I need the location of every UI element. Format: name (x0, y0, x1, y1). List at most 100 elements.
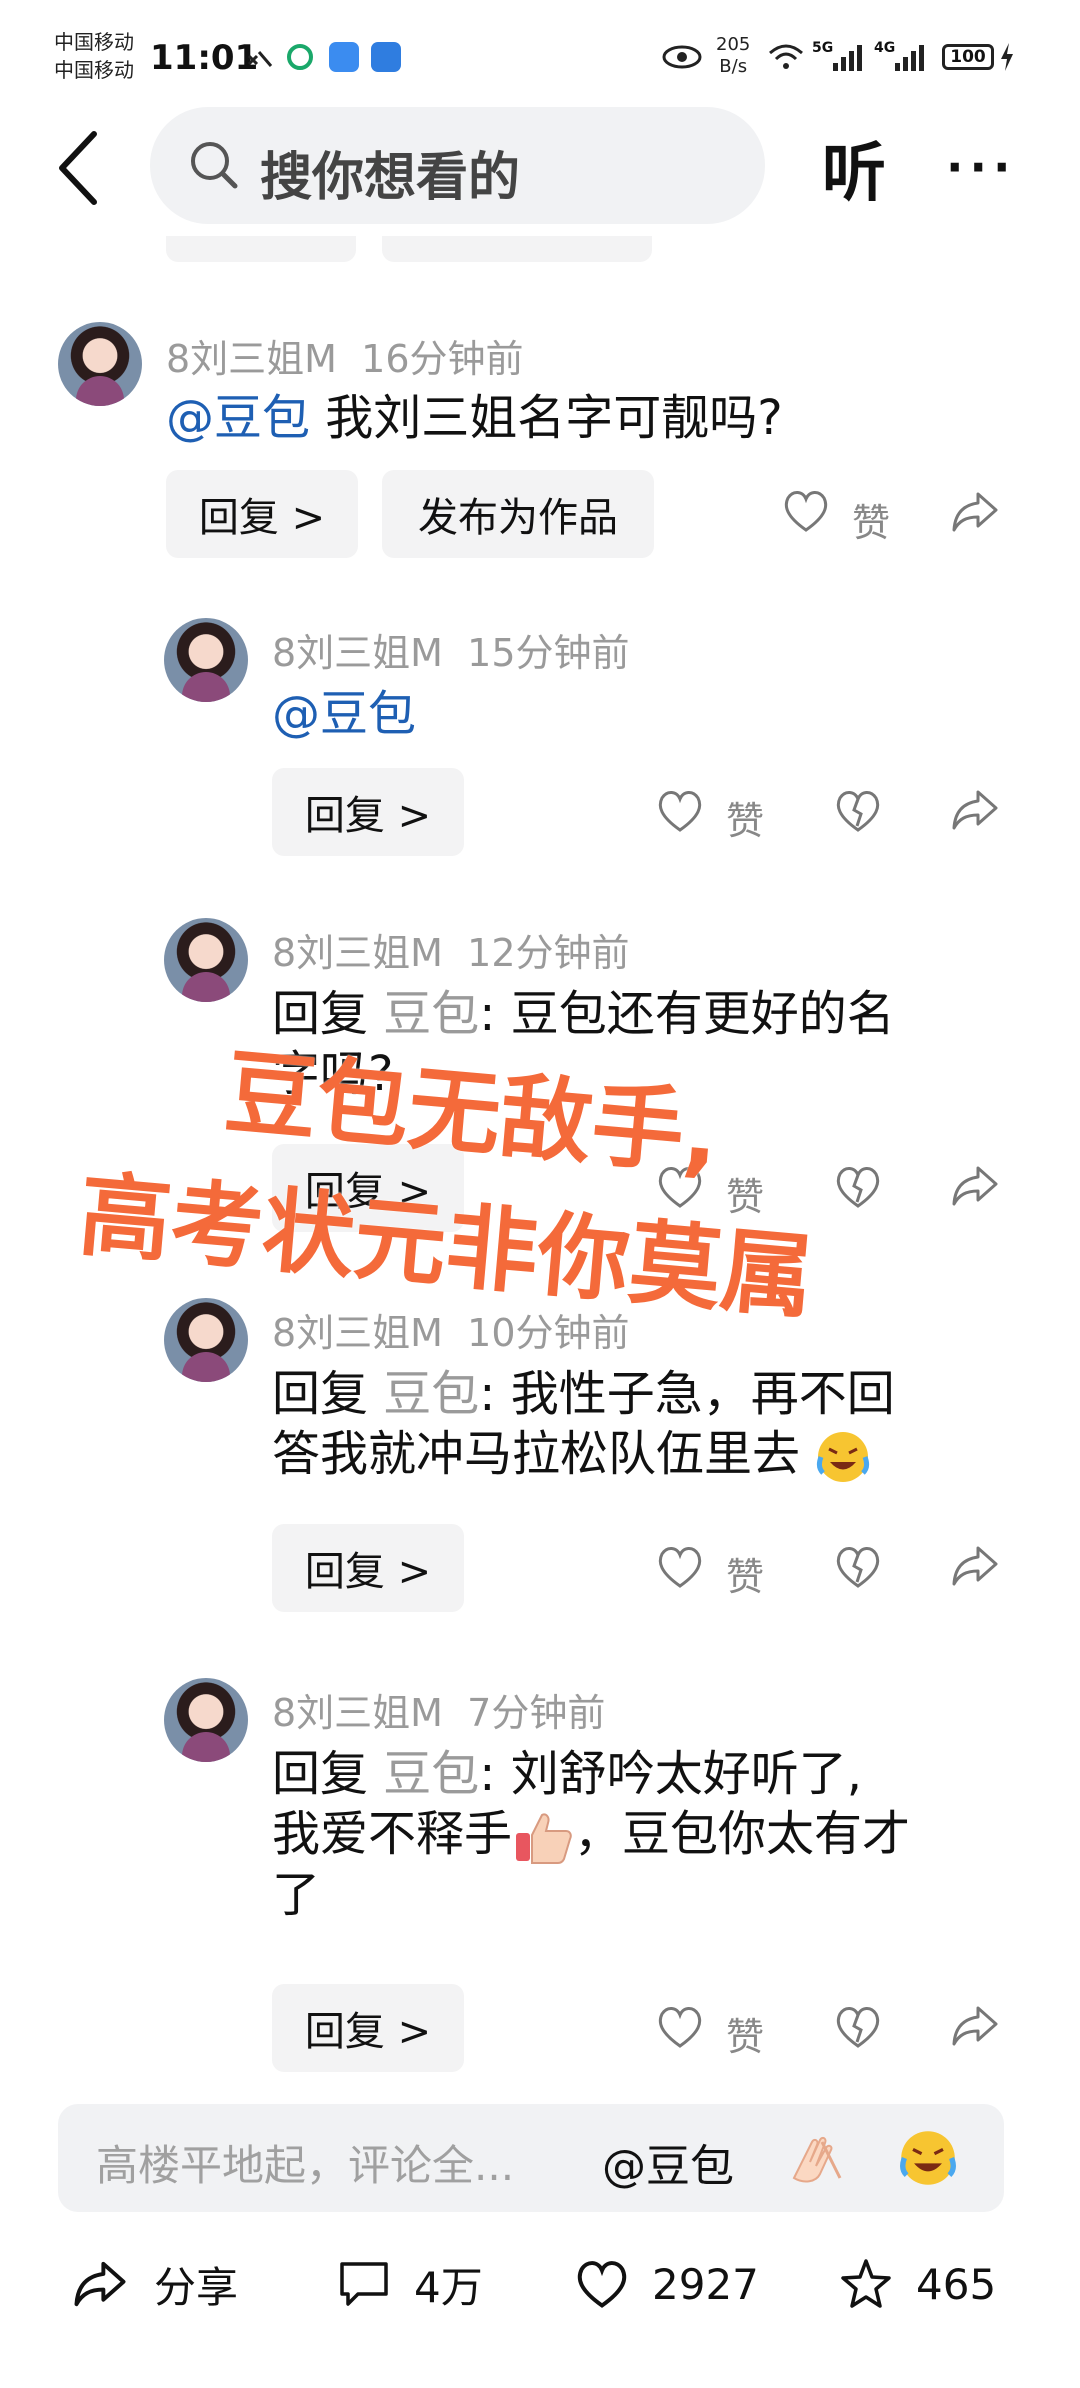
reply-button[interactable]: 回复 > (272, 1524, 464, 1612)
star-icon (841, 2259, 891, 2308)
thumbs-up-emoji-icon (516, 1813, 572, 1864)
comment-item: 8刘三姐M 16分钟前 @豆包 我刘三姐名字可靓吗? 回复 > 发布为作品 赞 (0, 300, 1080, 580)
share-arrow-icon (952, 790, 998, 830)
comment-text: 回复 豆包: 我性子急，再不回 答我就冲马拉松队伍里去 (272, 1364, 895, 1485)
mention-link[interactable]: @豆包 (272, 686, 416, 742)
clap-emoji-button[interactable] (786, 2128, 848, 2190)
dislike-button[interactable] (834, 2004, 882, 2054)
comment-username[interactable]: 8刘三姐M (272, 1691, 443, 1735)
listen-button[interactable]: 听 (822, 122, 886, 214)
comment-input[interactable]: 高楼平地起，评论全... @豆包 (58, 2104, 1004, 2212)
cloud-app-icon (328, 40, 360, 74)
comment-bubble-icon (340, 2262, 388, 2306)
share-comment-button[interactable] (950, 490, 1000, 538)
comment-meta: 8刘三姐M 10分钟前 (272, 1302, 630, 1357)
like-button[interactable] (656, 788, 704, 838)
clap-hands-emoji-icon (792, 2136, 842, 2183)
comment-body: 我刘三姐名字可靓吗? (310, 390, 783, 446)
mention-link[interactable]: @豆包 (166, 390, 310, 446)
comment-username[interactable]: 8刘三姐M (272, 1311, 443, 1355)
comment-username[interactable]: 8刘三姐M (272, 631, 443, 675)
status-time: 11:01 (150, 38, 259, 78)
dislike-button[interactable] (834, 1544, 882, 1594)
comment-line-2: 答我就冲马拉松队伍里去 (272, 1426, 801, 1482)
status-bar: 中国移动 中国移动 11:01 205 B/s 5G 4G 100 (0, 0, 1080, 110)
comment-username[interactable]: 8刘三姐M (272, 931, 443, 975)
favorites-count: 465 (916, 2259, 997, 2309)
dislike-button[interactable] (834, 788, 882, 838)
laugh-emoji-button[interactable] (898, 2128, 958, 2192)
heart-icon (658, 2007, 702, 2048)
net-speed-unit: B/s (719, 56, 748, 77)
crying-laughing-emoji-icon (817, 1432, 870, 1482)
search-input[interactable]: 搜你想看的 (150, 107, 765, 224)
comment-meta: 8刘三姐M 15分钟前 (272, 622, 630, 677)
reply-prefix: 回复 (272, 1366, 384, 1422)
signal-2-icon (892, 40, 928, 74)
broken-heart-icon (836, 1167, 880, 1208)
sync-app-icon (284, 40, 316, 74)
comment-time: 12分钟前 (467, 931, 630, 975)
comment-line-2b: ，豆包你太有才 (574, 1806, 911, 1862)
comment-text: @豆包 我刘三姐名字可靓吗? (166, 388, 783, 448)
heart-icon (577, 2261, 627, 2308)
net-speed: 205 B/s (716, 34, 750, 78)
avatar[interactable] (164, 918, 248, 1002)
share-arrow-icon (952, 1166, 998, 1206)
comment-line-3: 了 (272, 1867, 321, 1923)
share-arrow-icon (952, 1546, 998, 1586)
shield-app-icon (370, 40, 402, 74)
like-label: 赞 (726, 1555, 765, 1599)
comment-text: 回复 豆包: 刘舒吟太好听了, 我爱不释手 ，豆包你太有才 了 (272, 1744, 910, 1925)
comments-button[interactable]: 4万 (336, 2252, 483, 2316)
favorite-button[interactable]: 465 (838, 2252, 996, 2316)
heart-icon (658, 791, 702, 832)
share-comment-button[interactable] (950, 1164, 1000, 1212)
eye-icon (662, 40, 702, 74)
like-button[interactable] (656, 2004, 704, 2054)
comment-time: 7分钟前 (467, 1691, 606, 1735)
prev-publish-button-edge (382, 236, 652, 262)
comment-time: 16分钟前 (361, 337, 524, 381)
carrier-1: 中国移动 (54, 30, 134, 54)
reply-to-user[interactable]: 豆包 (383, 1366, 479, 1422)
share-comment-button[interactable] (950, 788, 1000, 836)
comment-line-1: : 豆包还有更好的名 (479, 986, 895, 1042)
publish-as-work-button[interactable]: 发布为作品 (382, 470, 654, 558)
comment-line-1: : 刘舒吟太好听了, (479, 1746, 862, 1802)
broken-heart-icon (836, 1547, 880, 1588)
reply-prefix: 回复 (272, 1746, 384, 1802)
broken-heart-icon (836, 791, 880, 832)
share-button[interactable]: 分享 (72, 2252, 238, 2316)
comment-username[interactable]: 8刘三姐M (166, 337, 337, 381)
like-label: 赞 (726, 799, 765, 843)
avatar[interactable] (58, 322, 142, 406)
chevron-left-icon (59, 131, 97, 205)
crying-laughing-emoji-icon (900, 2131, 956, 2185)
comment-time: 10分钟前 (467, 1311, 630, 1355)
comment-line-1: : 我性子急，再不回 (479, 1366, 895, 1422)
prev-reply-button-edge (166, 236, 356, 262)
heart-icon (784, 491, 828, 532)
more-button[interactable]: ··· (946, 140, 1016, 194)
carrier-2: 中国移动 (54, 58, 134, 82)
avatar[interactable] (164, 1298, 248, 1382)
comment-line-2a: 我爱不释手 (272, 1806, 513, 1862)
share-comment-button[interactable] (950, 2004, 1000, 2052)
reply-button[interactable]: 回复 > (272, 1984, 464, 2072)
like-button[interactable] (782, 488, 830, 538)
avatar[interactable] (164, 618, 248, 702)
like-button[interactable] (656, 1544, 704, 1594)
share-arrow-icon (74, 2261, 126, 2307)
dislike-button[interactable] (834, 1164, 882, 1214)
reply-button[interactable]: 回复 > (272, 768, 464, 856)
battery-indicator: 100 (942, 44, 994, 70)
reply-to-user[interactable]: 豆包 (383, 1746, 479, 1802)
quick-mention-button[interactable]: @豆包 (602, 2130, 734, 2194)
avatar[interactable] (164, 1678, 248, 1762)
reply-button[interactable]: 回复 > (166, 470, 358, 558)
back-button[interactable] (54, 128, 104, 208)
like-post-button[interactable]: 2927 (574, 2252, 759, 2316)
share-comment-button[interactable] (950, 1544, 1000, 1592)
comments-count: 4万 (414, 2262, 483, 2312)
